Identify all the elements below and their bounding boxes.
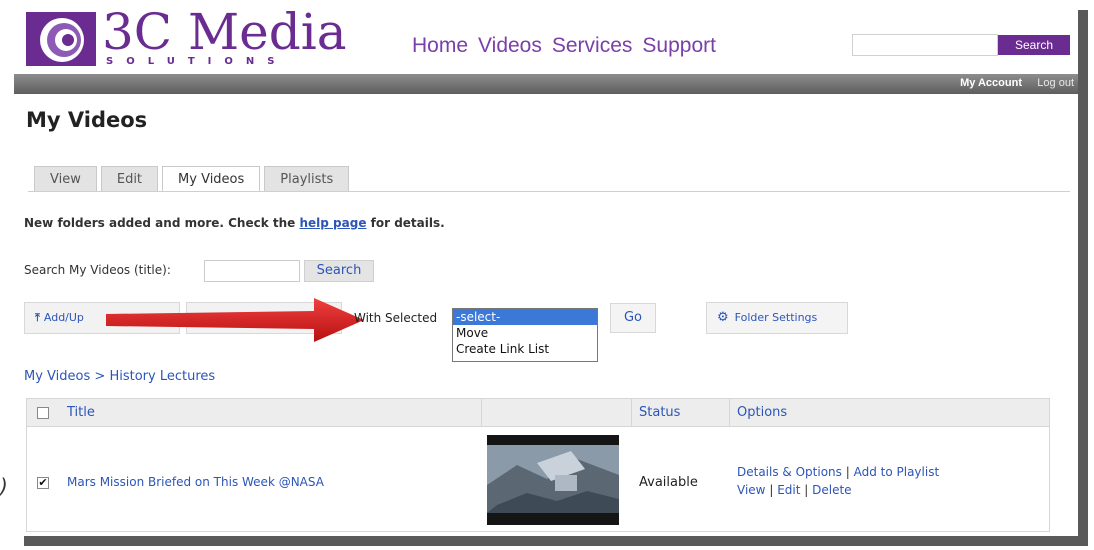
video-title-link[interactable]: Mars Mission Briefed on This Week @NASA	[67, 475, 324, 489]
tab-edit[interactable]: Edit	[100, 166, 159, 192]
logo-subtext: SOLUTIONS	[106, 56, 288, 67]
add-to-playlist-link[interactable]: Add to Playlist	[854, 465, 940, 479]
dropdown-option-move[interactable]: Move	[453, 325, 597, 341]
nav-videos[interactable]: Videos	[478, 34, 542, 58]
site-search-button[interactable]: Search	[998, 35, 1070, 55]
header-title[interactable]: Title	[67, 405, 95, 420]
nav-support[interactable]: Support	[642, 34, 716, 58]
logo-text: 3C Media	[102, 3, 347, 61]
red-arrow-annotation	[106, 298, 364, 342]
nav-home[interactable]: Home	[412, 34, 468, 58]
dropdown-option-create-link-list[interactable]: Create Link List	[453, 341, 597, 357]
breadcrumb: My Videos > History Lectures	[24, 369, 215, 384]
breadcrumb-root[interactable]: My Videos	[24, 369, 90, 384]
help-page-link[interactable]: help page	[299, 216, 366, 230]
edit-link[interactable]: Edit	[777, 483, 800, 497]
folder-settings-label: Folder Settings	[734, 311, 818, 324]
delete-link[interactable]: Delete	[812, 483, 851, 497]
tab-playlists[interactable]: Playlists	[264, 166, 350, 192]
video-status: Available	[639, 475, 698, 490]
site-search-input[interactable]	[852, 34, 998, 56]
with-selected-dropdown[interactable]: -select- Move Create Link List	[452, 308, 598, 362]
main-nav: Home Videos Services Support	[412, 34, 716, 58]
details-options-link[interactable]: Details & Options	[737, 465, 842, 479]
notice-text-end: for details.	[366, 216, 445, 230]
column-divider	[729, 399, 730, 427]
nav-services[interactable]: Services	[552, 34, 633, 58]
header-options: Options	[737, 405, 788, 420]
search-label: Search My Videos (title):	[24, 263, 171, 277]
options-separator: |	[845, 465, 850, 479]
column-divider	[481, 399, 482, 427]
breadcrumb-separator: >	[94, 369, 106, 384]
my-account-link[interactable]: My Account	[960, 77, 1022, 89]
view-link[interactable]: View	[737, 483, 765, 497]
with-selected-label: With Selected	[354, 311, 438, 325]
go-button[interactable]: Go	[610, 303, 656, 333]
table-header: Title Status Options	[27, 399, 1049, 427]
search-input[interactable]	[204, 260, 300, 282]
header-status[interactable]: Status	[639, 405, 680, 420]
upload-icon: ⤒	[35, 311, 40, 324]
dropdown-option-select[interactable]: -select-	[453, 309, 597, 325]
breadcrumb-current[interactable]: History Lectures	[109, 369, 215, 384]
videos-table: Title Status Options ✔ Mars Mission Brie…	[26, 398, 1050, 532]
account-bar: My Account Log out	[14, 74, 1078, 94]
add-upload-label: Add/Up	[43, 311, 84, 324]
tab-my-videos[interactable]: My Videos	[162, 166, 261, 192]
video-thumbnail[interactable]	[487, 435, 619, 525]
gear-icon: ⚙	[717, 310, 729, 325]
tab-divider	[28, 191, 1070, 192]
browser-page: 3C Media SOLUTIONS Home Videos Services …	[14, 0, 1078, 536]
options-separator: |	[804, 483, 809, 497]
column-divider	[631, 399, 632, 427]
page-title: My Videos	[26, 108, 148, 132]
search-button[interactable]: Search	[304, 260, 374, 282]
logo-swirl-icon	[26, 12, 96, 66]
options-separator: |	[769, 483, 774, 497]
tab-bar: View Edit My Videos Playlists	[34, 166, 350, 192]
corner-glyph: )	[0, 474, 8, 498]
row-checkbox[interactable]: ✔	[37, 477, 49, 489]
logout-link[interactable]: Log out	[1037, 77, 1074, 89]
notice-message: New folders added and more. Check the he…	[24, 216, 445, 230]
folder-settings-button[interactable]: ⚙ Folder Settings	[706, 302, 848, 334]
row-options: Details & Options | Add to Playlist View…	[737, 463, 939, 499]
notice-text-start: New folders added and more. Check the	[24, 216, 300, 230]
tab-view[interactable]: View	[34, 166, 97, 192]
select-all-checkbox[interactable]	[37, 407, 49, 419]
